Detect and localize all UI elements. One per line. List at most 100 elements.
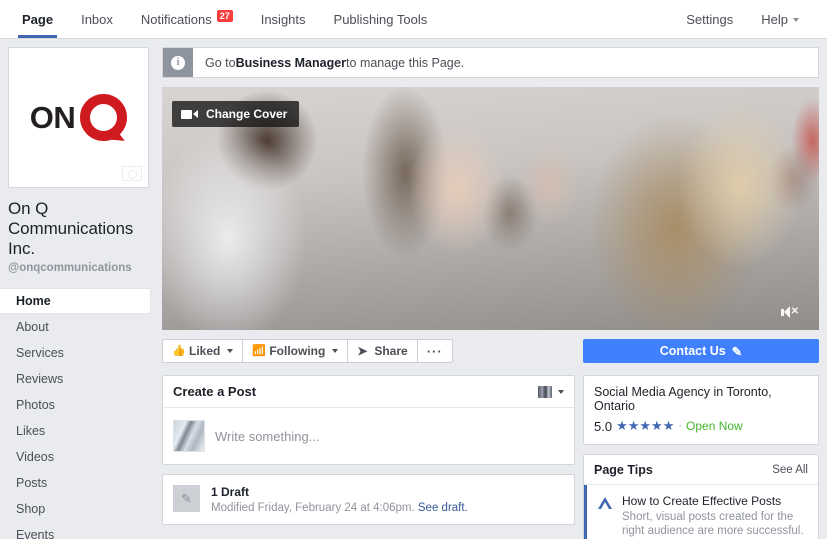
open-status[interactable]: Open Now (686, 419, 743, 433)
logo-speech-bubble-icon (80, 94, 128, 144)
mute-icon[interactable]: ✕ (780, 306, 799, 318)
sidebar-item-services[interactable]: Services (8, 340, 151, 366)
sidebar-item-label: Likes (16, 424, 46, 438)
pencil-icon: ✎ (173, 485, 200, 512)
sidebar-item-label: Videos (16, 450, 54, 464)
page-tips-header: Page Tips See All (584, 455, 818, 485)
sidebar-item-events[interactable]: Events (8, 522, 151, 539)
share-arrow-icon: ➤ (357, 344, 368, 358)
chevron-down-icon (793, 18, 799, 22)
banner-text: Go to Business Manager to manage this Pa… (193, 48, 464, 77)
onq-logo: ON (29, 94, 128, 144)
page-actions-bar: 👍 Liked 📶 Following ➤ Share ··· Contact … (162, 339, 819, 363)
help-menu[interactable]: Help (747, 0, 813, 38)
contact-us-label: Contact Us (659, 344, 726, 358)
sidebar-item-label: Posts (16, 476, 48, 490)
left-sidebar: ON On Q Communications Inc. @onqcommunic… (0, 39, 158, 539)
settings-link[interactable]: Settings (672, 0, 747, 38)
draft-text-block: 1 Draft Modified Friday, February 24 at … (211, 485, 468, 514)
following-label: Following (269, 344, 326, 358)
profile-picture[interactable]: ON (8, 47, 149, 188)
following-button[interactable]: 📶 Following (243, 340, 349, 362)
settings-label: Settings (686, 11, 734, 27)
pencil-icon: ✎ (731, 344, 743, 359)
tab-publishing-tools-label: Publishing Tools (333, 11, 428, 27)
create-post-body[interactable]: Write something... (163, 408, 574, 464)
sidebar-item-label: Shop (16, 502, 46, 516)
right-column: Social Media Agency in Toronto, Ontario … (583, 375, 819, 539)
tab-page-label: Page (22, 11, 54, 27)
page-handle: @onqcommunications (8, 262, 132, 274)
media-thumbnail-icon (538, 385, 552, 398)
cover-photo[interactable]: Change Cover ✕ (162, 87, 819, 330)
liked-label: Liked (189, 344, 221, 358)
tab-inbox[interactable]: Inbox (67, 0, 127, 38)
share-label: Share (374, 344, 408, 358)
draft-row[interactable]: ✎ 1 Draft Modified Friday, February 24 a… (163, 475, 574, 524)
tab-insights-label: Insights (260, 11, 306, 27)
tab-page[interactable]: Page (8, 0, 67, 38)
create-post-header: Create a Post (163, 376, 574, 408)
chevron-down-icon (227, 349, 234, 353)
change-cover-button[interactable]: Change Cover (172, 101, 300, 127)
tip-description: Short, visual posts created for the righ… (622, 511, 804, 537)
sidebar-item-posts[interactable]: Posts (8, 470, 151, 496)
more-options-button[interactable]: ··· (418, 340, 452, 362)
chevron-down-icon (558, 389, 564, 394)
star-rating-icon[interactable]: ★★★★★ (616, 418, 674, 434)
tab-publishing-tools[interactable]: Publishing Tools (320, 0, 442, 38)
sidebar-item-label: Events (16, 528, 55, 539)
share-button[interactable]: ➤ Share (348, 340, 418, 362)
sidebar-item-home[interactable]: Home (0, 288, 151, 314)
camera-icon[interactable] (122, 166, 142, 181)
thumbs-up-icon: 👍 (172, 345, 186, 357)
sidebar-item-likes[interactable]: Likes (8, 418, 151, 444)
info-icon-container: i (163, 48, 193, 77)
rating-value: 5.0 (594, 418, 613, 434)
sidebar-item-about[interactable]: About (8, 314, 151, 340)
business-manager-link[interactable]: Business Manager (236, 56, 346, 70)
sidebar-item-shop[interactable]: Shop (8, 496, 151, 522)
tip-text-block: How to Create Effective Posts Short, vis… (622, 494, 808, 538)
draft-modified-text: Modified Friday, February 24 at 4:06pm. (211, 502, 418, 514)
page-info-card: Social Media Agency in Toronto, Ontario … (583, 375, 819, 445)
logo-text: ON (29, 99, 76, 135)
chevron-down-icon (332, 349, 339, 353)
ellipsis-icon: ··· (426, 343, 443, 359)
main-content: i Go to Business Manager to manage this … (158, 39, 827, 539)
sidebar-item-photos[interactable]: Photos (8, 392, 151, 418)
feed-column: Create a Post Write something... ✎ 1 Dra… (162, 375, 575, 539)
draft-subtitle: Modified Friday, February 24 at 4:06pm. … (211, 502, 468, 514)
tab-notifications[interactable]: Notifications 27 (127, 0, 247, 38)
help-label: Help (761, 11, 788, 27)
page-title: On Q Communications Inc. (8, 199, 134, 258)
sidebar-item-label: Home (16, 294, 51, 308)
see-all-link[interactable]: See All (772, 464, 808, 476)
rss-icon: 📶 (252, 345, 267, 357)
page-category: Social Media Agency in Toronto, Ontario (594, 385, 772, 413)
top-nav-right: Settings Help (672, 0, 827, 38)
sidebar-item-reviews[interactable]: Reviews (8, 366, 151, 392)
composer-type-selector[interactable] (538, 385, 564, 398)
lower-columns: Create a Post Write something... ✎ 1 Dra… (162, 375, 819, 539)
see-draft-link[interactable]: See draft. (418, 502, 468, 514)
draft-card: ✎ 1 Draft Modified Friday, February 24 a… (162, 474, 575, 525)
avatar (173, 420, 205, 452)
tip-item[interactable]: How to Create Effective Posts Short, vis… (584, 485, 818, 539)
contact-us-button[interactable]: Contact Us ✎ (583, 339, 819, 363)
tip-triangle-icon (596, 494, 613, 538)
create-post-title: Create a Post (173, 384, 257, 399)
notifications-badge: 27 (216, 10, 233, 22)
post-input-placeholder[interactable]: Write something... (215, 429, 320, 444)
page-action-buttons: 👍 Liked 📶 Following ➤ Share ··· (162, 339, 453, 363)
tip-title: How to Create Effective Posts (622, 494, 782, 508)
sidebar-item-videos[interactable]: Videos (8, 444, 151, 470)
tab-insights[interactable]: Insights (247, 0, 320, 38)
business-manager-banner[interactable]: i Go to Business Manager to manage this … (162, 47, 819, 78)
sidebar-item-label: Services (16, 346, 64, 360)
liked-button[interactable]: 👍 Liked (163, 340, 244, 362)
change-cover-label: Change Cover (206, 107, 288, 121)
draft-title: 1 Draft (211, 485, 250, 499)
tab-inbox-label: Inbox (81, 11, 113, 27)
sidebar-item-label: Photos (16, 398, 55, 412)
